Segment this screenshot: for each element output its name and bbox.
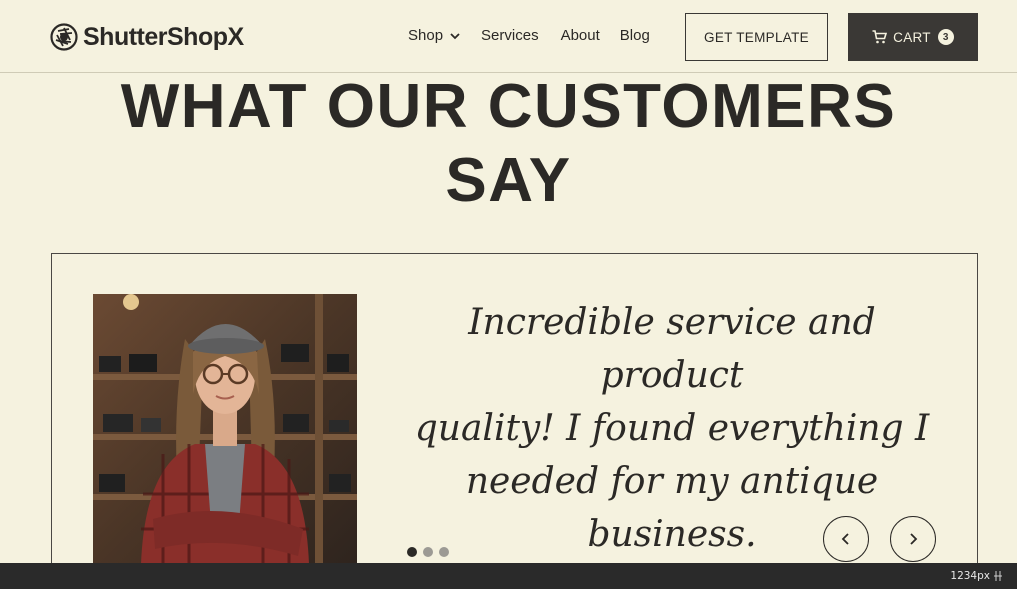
carousel-dot-2[interactable] xyxy=(423,547,433,557)
resize-handle-icon[interactable] xyxy=(993,570,1003,582)
quote-line-3: needed for my antique xyxy=(465,461,879,502)
get-template-label: GET TEMPLATE xyxy=(704,29,809,45)
chevron-left-icon xyxy=(841,533,849,545)
nav-item-shop-label: Shop xyxy=(408,27,444,44)
cart-label: CART xyxy=(893,29,931,45)
quote-line-1: Incredible service and product xyxy=(468,302,876,396)
get-template-button[interactable]: GET TEMPLATE xyxy=(685,13,828,61)
nav-item-about-label: About xyxy=(560,27,600,44)
nav-item-shop[interactable]: Shop xyxy=(408,27,461,44)
nav-item-blog-label: Blog xyxy=(619,27,650,44)
cart-count-badge: 3 xyxy=(937,29,954,45)
nav-item-blog[interactable]: Blog xyxy=(620,27,650,44)
carousel-dot-3[interactable] xyxy=(439,547,449,557)
nav-item-about[interactable]: About xyxy=(561,27,600,44)
carousel-dots xyxy=(407,547,455,557)
carousel-prev-button[interactable] xyxy=(823,516,869,562)
section-title-line-1: WHAT OUR CUSTOMERS xyxy=(120,72,897,141)
quote-line-2: quality! I found everything I xyxy=(414,408,930,449)
carousel-dot-1[interactable] xyxy=(407,547,417,557)
logo[interactable]: ShutterShopX xyxy=(50,22,244,52)
chevron-right-icon xyxy=(910,533,918,545)
nav-item-services-label: Services xyxy=(481,27,539,44)
camera-aperture-icon xyxy=(50,23,78,51)
testimonial-card: Incredible service and product quality! … xyxy=(51,253,978,583)
section-title: WHAT OUR CUSTOMERS SAY xyxy=(0,70,1017,218)
viewport-width-readout: 1234px xyxy=(950,570,990,582)
chevron-down-icon xyxy=(450,32,460,39)
devtools-bar: 1234px xyxy=(0,563,1017,589)
main-nav: Shop Services About Blog xyxy=(408,27,650,44)
cart-button[interactable]: CART 3 xyxy=(848,13,978,61)
site-header: ShutterShopX Shop Services About Blog GE… xyxy=(0,0,1017,73)
nav-item-services[interactable]: Services xyxy=(481,27,539,44)
cart-icon xyxy=(872,30,888,44)
section-title-line-2: SAY xyxy=(445,146,572,215)
logo-text: ShutterShopX xyxy=(83,22,244,51)
carousel-next-button[interactable] xyxy=(890,516,936,562)
customer-photo xyxy=(93,294,357,564)
